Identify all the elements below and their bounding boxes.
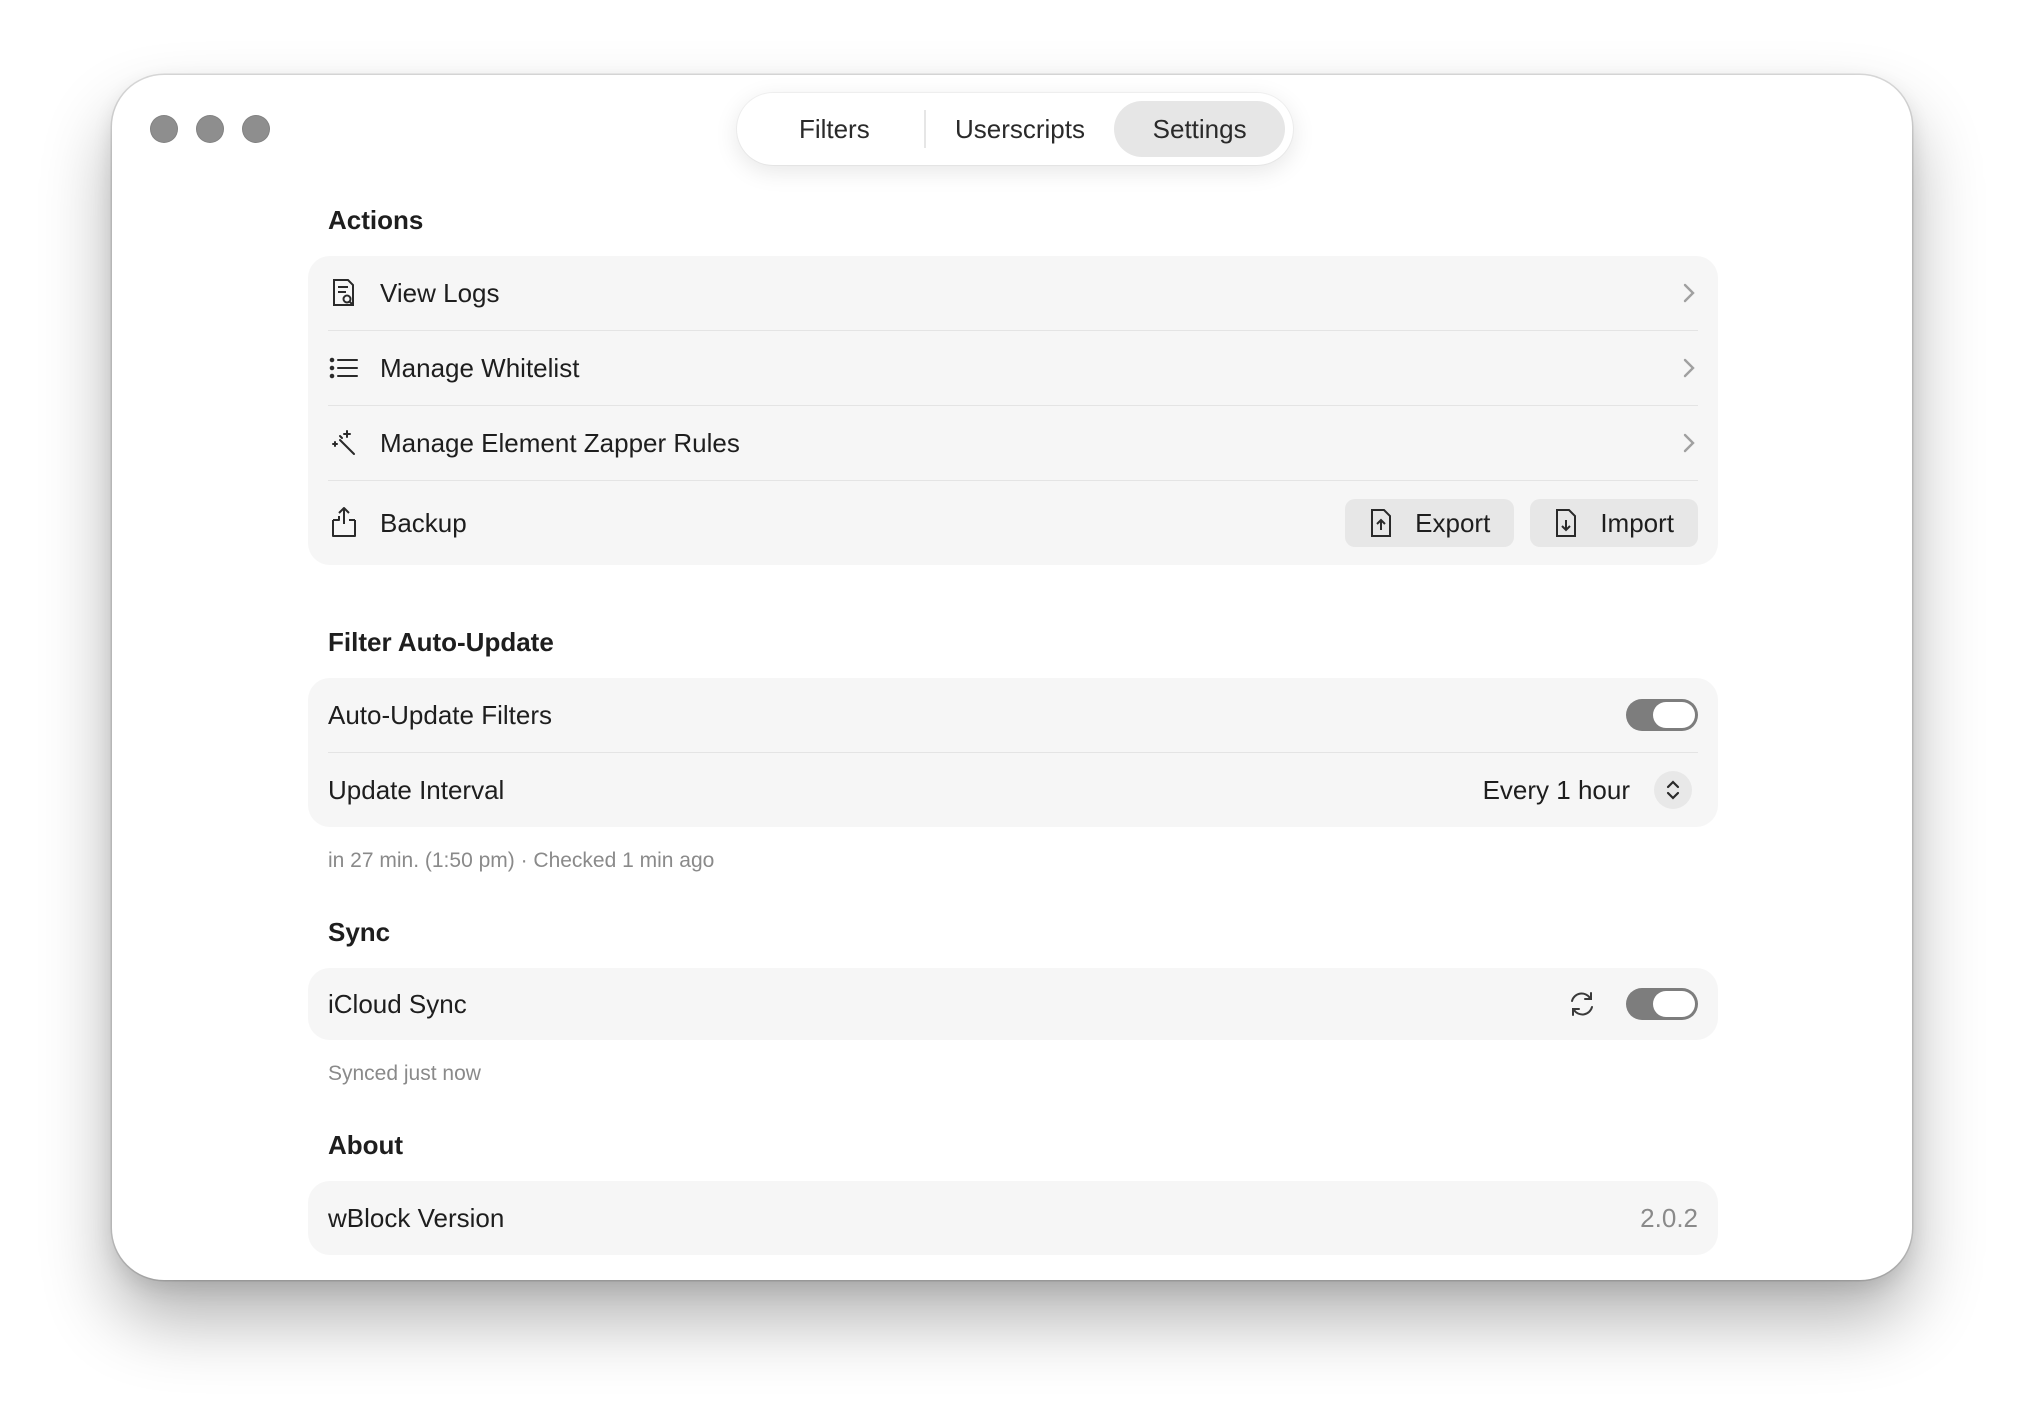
version-label: wBlock Version [328, 1202, 505, 1233]
sync-card: iCloud Sync [308, 968, 1718, 1040]
backup-label: Backup [380, 507, 467, 538]
section-title-actions: Actions [328, 205, 424, 235]
sync-icon[interactable] [1566, 988, 1598, 1020]
import-label: Import [1600, 507, 1674, 538]
tab-userscripts[interactable]: Userscripts [926, 101, 1115, 157]
manage-whitelist-row[interactable]: Manage Whitelist [328, 331, 1698, 406]
auto-update-row: Auto-Update Filters [328, 678, 1698, 753]
tab-bar: Filters Userscripts Settings [737, 93, 1293, 165]
icloud-sync-label: iCloud Sync [328, 988, 467, 1019]
settings-content: Actions View Logs Manage Whitelist Manag… [308, 205, 1718, 1255]
minimize-window-button[interactable] [196, 115, 224, 143]
stepper-icon[interactable] [1654, 771, 1692, 809]
list-icon [328, 352, 360, 384]
window-controls [150, 115, 270, 143]
section-title-filter-update: Filter Auto-Update [328, 627, 554, 657]
icloud-sync-toggle[interactable] [1626, 988, 1698, 1020]
log-icon [328, 277, 360, 309]
view-logs-label: View Logs [380, 277, 500, 308]
section-title-about: About [328, 1130, 404, 1160]
manage-zapper-label: Manage Element Zapper Rules [380, 427, 740, 458]
section-title-sync: Sync [328, 917, 391, 947]
icloud-sync-row: iCloud Sync [328, 968, 1698, 1040]
chevron-right-icon [1683, 358, 1695, 378]
chevron-right-icon [1683, 433, 1695, 453]
update-status-note: in 27 min. (1:50 pm) · Checked 1 min ago [328, 849, 715, 872]
chevron-right-icon [1683, 283, 1695, 303]
update-interval-row: Update Interval Every 1 hour [328, 753, 1698, 827]
zoom-window-button[interactable] [242, 115, 270, 143]
update-interval-label: Update Interval [328, 774, 505, 805]
tab-filters[interactable]: Filters [745, 101, 924, 157]
update-interval-value[interactable]: Every 1 hour [1483, 775, 1630, 806]
import-icon [1556, 509, 1577, 537]
export-button[interactable]: Export [1345, 499, 1515, 547]
version-value: 2.0.2 [1640, 1202, 1698, 1233]
export-icon [1371, 509, 1392, 537]
sync-status-note: Synced just now [328, 1062, 481, 1085]
wand-icon [328, 427, 360, 459]
about-card: wBlock Version 2.0.2 [308, 1181, 1718, 1255]
backup-row: Backup Export Import [328, 481, 1698, 565]
app-window: Filters Userscripts Settings Actions Vie… [112, 75, 1912, 1280]
export-label: Export [1415, 507, 1491, 538]
auto-update-label: Auto-Update Filters [328, 699, 552, 730]
view-logs-row[interactable]: View Logs [328, 256, 1698, 331]
tab-settings[interactable]: Settings [1114, 101, 1285, 157]
filter-update-card: Auto-Update Filters Update Interval Ever… [308, 678, 1718, 827]
close-window-button[interactable] [150, 115, 178, 143]
version-row: wBlock Version 2.0.2 [328, 1181, 1698, 1255]
actions-card: View Logs Manage Whitelist Manage Elemen… [308, 256, 1718, 565]
import-button[interactable]: Import [1530, 499, 1698, 547]
manage-whitelist-label: Manage Whitelist [380, 352, 580, 383]
manage-zapper-row[interactable]: Manage Element Zapper Rules [328, 406, 1698, 481]
backup-icon [328, 507, 360, 539]
auto-update-toggle[interactable] [1626, 699, 1698, 731]
